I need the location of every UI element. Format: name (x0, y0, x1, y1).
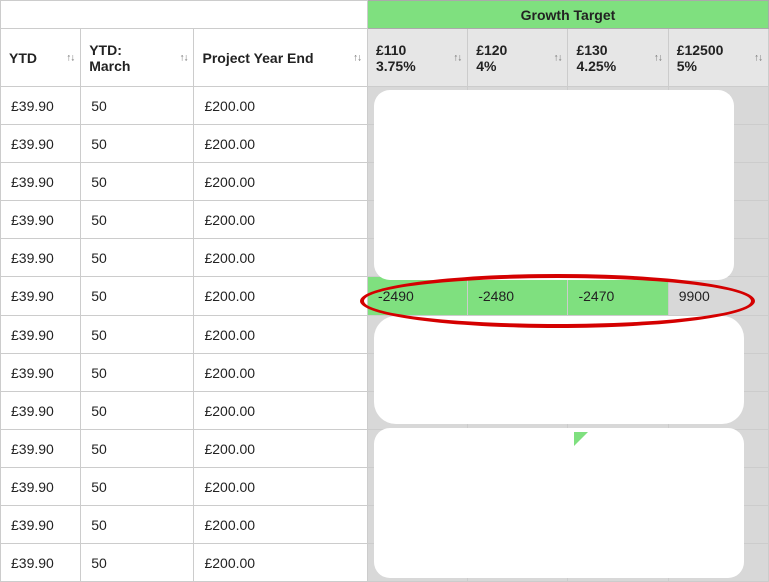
cell-growth: 9900 (668, 277, 768, 316)
cell-project-year-end: £200.00 (194, 468, 367, 506)
cell-project-year-end: £200.00 (194, 316, 367, 354)
cell-ytd-march: 50 (81, 125, 194, 163)
growth-amount: £120 (476, 42, 559, 58)
cell-project-year-end: £200.00 (194, 354, 367, 392)
cell-ytd: £39.90 (1, 354, 81, 392)
col-header-project-year-end[interactable]: Project Year End ↑↓ (194, 29, 367, 87)
cell-ytd: £39.90 (1, 87, 81, 125)
growth-target-label: Growth Target (521, 7, 616, 23)
cell-ytd-march: 50 (81, 239, 194, 277)
header-left-spacer (1, 1, 368, 29)
col-header-label: YTD: (89, 42, 185, 58)
cell-growth-value: -2490 (368, 277, 424, 315)
cell-project-year-end: £200.00 (194, 392, 367, 430)
cell-ytd: £39.90 (1, 506, 81, 544)
cell-growth: -2470 (568, 277, 668, 316)
cell-ytd: £39.90 (1, 430, 81, 468)
whiteout-mask (374, 316, 744, 424)
cell-ytd-march: 50 (81, 87, 194, 125)
col-header-growth-0[interactable]: £110 3.75% ↑↓ (367, 29, 467, 87)
cell-ytd-march: 50 (81, 392, 194, 430)
cell-ytd: £39.90 (1, 277, 81, 316)
growth-amount: £130 (576, 42, 659, 58)
growth-amount: £12500 (677, 42, 760, 58)
sort-icon[interactable]: ↑↓ (353, 52, 361, 63)
cell-ytd: £39.90 (1, 125, 81, 163)
cell-ytd-march: 50 (81, 506, 194, 544)
cell-growth-value: 9900 (669, 277, 720, 315)
cell-growth: -2480 (468, 277, 568, 316)
growth-rate: 4.25% (576, 58, 659, 74)
cell-project-year-end: £200.00 (194, 125, 367, 163)
cell-project-year-end: £200.00 (194, 430, 367, 468)
sort-icon[interactable]: ↑↓ (553, 52, 561, 63)
cell-ytd-march: 50 (81, 201, 194, 239)
col-header-label: YTD (9, 50, 37, 66)
cell-ytd: £39.90 (1, 544, 81, 582)
cell-ytd-march: 50 (81, 468, 194, 506)
cell-ytd: £39.90 (1, 201, 81, 239)
cell-ytd: £39.90 (1, 316, 81, 354)
sort-icon[interactable]: ↑↓ (453, 52, 461, 63)
growth-amount: £110 (376, 42, 459, 58)
sort-icon[interactable]: ↑↓ (66, 52, 74, 63)
col-header-label: March (89, 58, 185, 74)
cell-ytd: £39.90 (1, 163, 81, 201)
cell-project-year-end: £200.00 (194, 544, 367, 582)
cell-ytd-march: 50 (81, 430, 194, 468)
cell-project-year-end: £200.00 (194, 506, 367, 544)
col-header-ytd[interactable]: YTD ↑↓ (1, 29, 81, 87)
growth-rate: 4% (476, 58, 559, 74)
cell-project-year-end: £200.00 (194, 87, 367, 125)
growth-target-header: Growth Target (367, 1, 768, 29)
sort-icon[interactable]: ↑↓ (754, 52, 762, 63)
cell-project-year-end: £200.00 (194, 239, 367, 277)
cell-growth: -2490 (367, 277, 467, 316)
cell-ytd: £39.90 (1, 392, 81, 430)
cell-project-year-end: £200.00 (194, 277, 367, 316)
col-header-growth-2[interactable]: £130 4.25% ↑↓ (568, 29, 668, 87)
sort-icon[interactable]: ↑↓ (179, 52, 187, 63)
cell-growth-value: -2470 (568, 277, 624, 315)
table-wrap: { "header": { "growth_target_label": "Gr… (0, 0, 769, 582)
col-header-ytd-march[interactable]: YTD: March ↑↓ (81, 29, 194, 87)
cell-ytd-march: 50 (81, 544, 194, 582)
cell-ytd-march: 50 (81, 163, 194, 201)
cell-ytd-march: 50 (81, 354, 194, 392)
cell-ytd: £39.90 (1, 468, 81, 506)
cell-ytd-march: 50 (81, 277, 194, 316)
cell-ytd: £39.90 (1, 239, 81, 277)
col-header-growth-3[interactable]: £12500 5% ↑↓ (668, 29, 768, 87)
col-header-label: Project Year End (202, 50, 313, 66)
cell-growth-value: -2480 (468, 277, 524, 315)
growth-rate: 5% (677, 58, 760, 74)
cell-ytd-march: 50 (81, 316, 194, 354)
sort-icon[interactable]: ↑↓ (654, 52, 662, 63)
col-header-growth-1[interactable]: £120 4% ↑↓ (468, 29, 568, 87)
growth-rate: 3.75% (376, 58, 459, 74)
cell-project-year-end: £200.00 (194, 201, 367, 239)
table-row: £39.9050£200.00-2490 -2480 -2470 9900 (1, 277, 769, 316)
whiteout-mask (374, 428, 744, 578)
whiteout-mask (374, 90, 734, 280)
cell-project-year-end: £200.00 (194, 163, 367, 201)
